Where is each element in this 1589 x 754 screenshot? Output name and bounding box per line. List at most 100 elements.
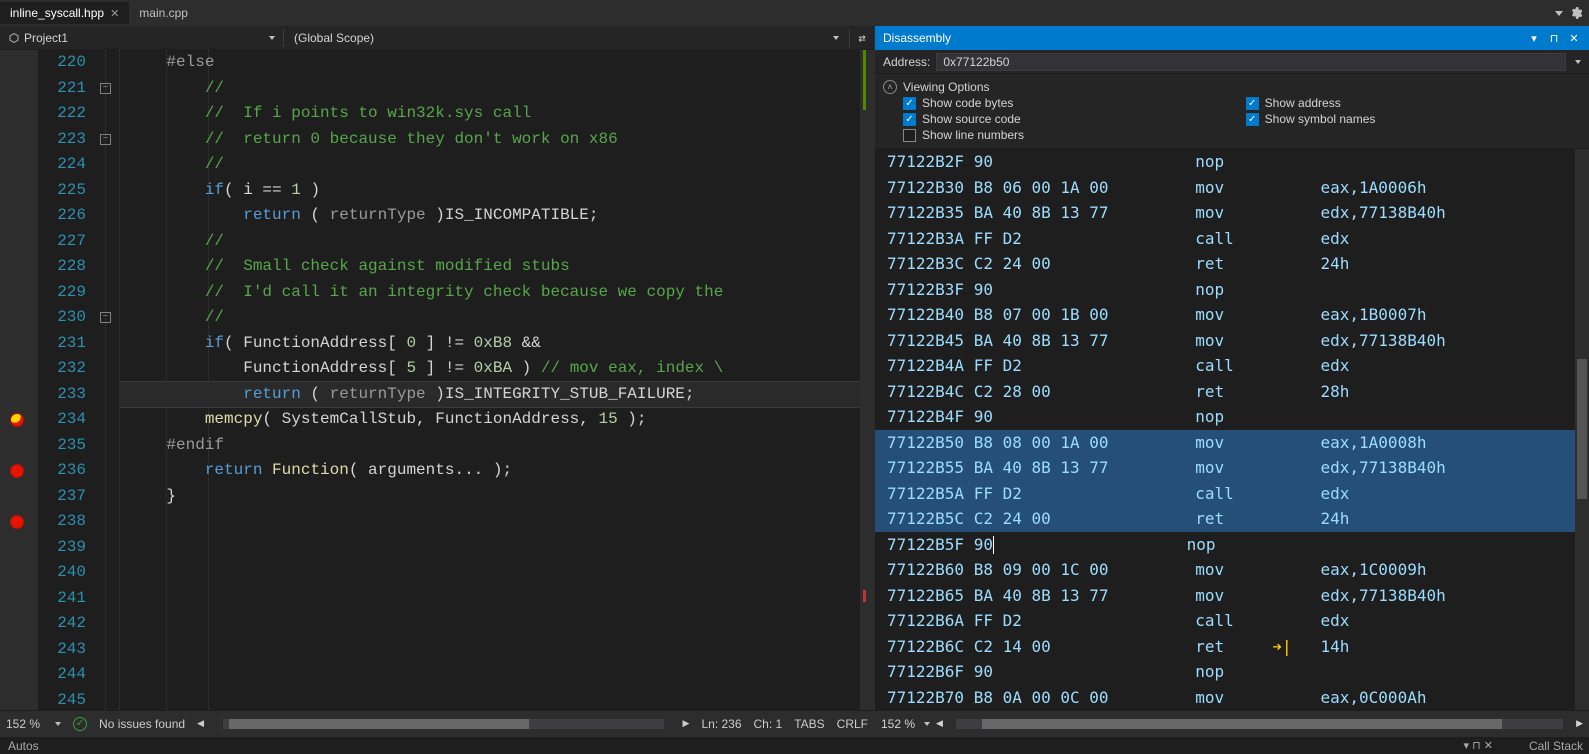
disasm-line[interactable]: 77122B45 BA 40 8B 13 77 mov edx,77138B40… [875,328,1589,354]
checkbox-icon: ✓ [903,113,916,126]
checkbox-icon [903,129,916,142]
disasm-line[interactable]: 77122B6C C2 14 00 ret ➔| 14h [875,634,1589,660]
caret-col: Ch: 1 [754,717,783,731]
disasm-line[interactable]: 77122B35 BA 40 8B 13 77 mov edx,77138B40… [875,200,1589,226]
scope-selector[interactable]: (Global Scope) [284,29,850,47]
checkbox-icon: ✓ [1246,113,1259,126]
tabs-dropdown-icon[interactable] [1555,11,1563,16]
issues-label[interactable]: No issues found [99,717,185,731]
tab-main-cpp[interactable]: main.cpp [129,2,198,24]
eol-mode[interactable]: CRLF [837,717,868,731]
disasm-line[interactable]: 77122B4A FF D2 call edx [875,353,1589,379]
address-input[interactable] [936,53,1566,71]
code-editor[interactable]: 2202212222232242252262272282292302312322… [0,50,874,710]
code-line[interactable]: // [120,305,860,331]
viewing-options-toggle[interactable]: ˄ Viewing Options [883,78,1581,96]
code-line[interactable]: // If i points to win32k.sys call [120,101,860,127]
disasm-line[interactable]: 77122B6A FF D2 call edx [875,608,1589,634]
breakpoint-gutter[interactable] [0,50,38,710]
option-address[interactable]: ✓Show address [1246,96,1581,110]
code-line[interactable]: // [120,229,860,255]
viewing-options-label: Viewing Options [903,80,990,94]
chevron-down-icon[interactable] [55,722,61,726]
code-line[interactable]: // Small check against modified stubs [120,254,860,280]
disasm-line[interactable]: 77122B55 BA 40 8B 13 77 mov edx,77138B40… [875,455,1589,481]
breakpoint-marker[interactable] [10,464,24,478]
editor-status-bar: 152 % ✓ No issues found ◀ ▶ Ln: 236 Ch: … [0,710,874,736]
code-line[interactable]: // return 0 because they don't work on x… [120,127,860,153]
disasm-line[interactable]: 77122B50 B8 08 00 1A 00 mov eax,1A0008h [875,430,1589,456]
disasm-line[interactable]: 77122B2F 90 nop [875,149,1589,175]
project-icon [8,32,20,44]
horizontal-scrollbar[interactable] [222,718,665,730]
scope-bar: Project1 (Global Scope) ⇄ [0,26,874,50]
code-line[interactable]: return ( returnType )IS_INCOMPATIBLE; [120,203,860,229]
option-symbol[interactable]: ✓Show symbol names [1246,112,1581,126]
code-line[interactable]: #endif [120,433,860,459]
fold-toggle[interactable]: − [100,312,111,323]
close-icon[interactable]: ✕ [110,7,119,20]
code-line[interactable]: } [120,484,860,510]
code-line[interactable]: // I'd call it an integrity check becaus… [120,280,860,306]
horizontal-scrollbar[interactable] [955,718,1564,730]
file-tabs: inline_syscall.hpp ✕ main.cpp [0,0,1589,26]
option-source[interactable]: ✓Show source code [903,112,1230,126]
check-icon: ✓ [73,717,87,731]
chevron-down-icon[interactable] [1575,60,1581,64]
disasm-line[interactable]: 77122B40 B8 07 00 1B 00 mov eax,1B0007h [875,302,1589,328]
chevron-down-icon [833,36,839,40]
zoom-level[interactable]: 152 % [6,717,40,731]
vertical-scrollbar[interactable] [1575,149,1589,710]
breakpoint-marker[interactable] [10,515,24,529]
chevron-down-icon[interactable] [924,722,930,726]
address-bar: Address: [875,50,1589,74]
disasm-line[interactable]: 77122B3A FF D2 call edx [875,226,1589,252]
close-icon[interactable]: ✕ [1567,31,1581,45]
split-view-button[interactable]: ⇄ [850,31,874,45]
caret-line: Ln: 236 [701,717,741,731]
code-line[interactable]: if( i == 1 ) [120,178,860,204]
disasm-line[interactable]: 77122B5C C2 24 00 ret 24h [875,506,1589,532]
disasm-line[interactable]: 77122B5A FF D2 call edx [875,481,1589,507]
disasm-line[interactable]: 77122B4F 90 nop [875,404,1589,430]
option-lineNums[interactable]: Show line numbers [903,128,1230,142]
disassembly-listing[interactable]: 77122B2F 90 nop 77122B30 B8 06 00 1A 00 … [875,149,1589,710]
overview-ruler [860,50,874,710]
disasm-line[interactable]: 77122B70 B8 0A 00 0C 00 mov eax,0C000Ah [875,685,1589,711]
disasm-line[interactable]: 77122B65 BA 40 8B 13 77 mov edx,77138B40… [875,583,1589,609]
code-line[interactable]: FunctionAddress[ 5 ] != 0xBA ) // mov ea… [120,356,860,382]
breakpoint-marker[interactable] [10,413,24,427]
window-menu-icon[interactable]: ▾ [1527,31,1541,45]
checkbox-icon: ✓ [903,97,916,110]
disassembly-titlebar[interactable]: Disassembly ▾ ⊓ ✕ [875,26,1589,50]
editor-pane: Project1 (Global Scope) ⇄ 22022122222322… [0,26,875,736]
callstack-label[interactable]: Call Stack [1529,739,1583,753]
code-line[interactable]: if( FunctionAddress[ 0 ] != 0xB8 && [120,331,860,357]
disasm-line[interactable]: 77122B5F 90 nop [875,532,1589,558]
project-selector[interactable]: Project1 [0,29,284,47]
panel-title: Disassembly [883,31,951,45]
code-line[interactable]: #else [120,50,860,76]
autos-tab[interactable]: Autos [0,739,39,753]
zoom-level[interactable]: 152 % [881,717,915,731]
code-line[interactable]: memcpy( SystemCallStub, FunctionAddress,… [120,407,860,433]
code-line[interactable]: return Function( arguments... ); [120,458,860,484]
gear-icon[interactable] [1569,6,1583,20]
disasm-line[interactable]: 77122B4C C2 28 00 ret 28h [875,379,1589,405]
tab-label: main.cpp [139,6,188,20]
disasm-line[interactable]: 77122B3C C2 24 00 ret 24h [875,251,1589,277]
disasm-line[interactable]: 77122B6F 90 nop [875,659,1589,685]
option-codeBytes[interactable]: ✓Show code bytes [903,96,1230,110]
pin-icon[interactable]: ⊓ [1547,31,1561,45]
fold-gutter[interactable]: − − − [96,50,120,710]
tab-inline-syscall[interactable]: inline_syscall.hpp ✕ [0,2,129,24]
code-line[interactable]: return ( returnType )IS_INTEGRITY_STUB_F… [120,382,860,408]
disasm-line[interactable]: 77122B30 B8 06 00 1A 00 mov eax,1A0006h [875,175,1589,201]
indent-mode[interactable]: TABS [794,717,824,731]
fold-toggle[interactable]: − [100,134,111,145]
fold-toggle[interactable]: − [100,83,111,94]
code-line[interactable]: // [120,152,860,178]
code-line[interactable]: // [120,76,860,102]
disasm-line[interactable]: 77122B3F 90 nop [875,277,1589,303]
disasm-line[interactable]: 77122B60 B8 09 00 1C 00 mov eax,1C0009h [875,557,1589,583]
